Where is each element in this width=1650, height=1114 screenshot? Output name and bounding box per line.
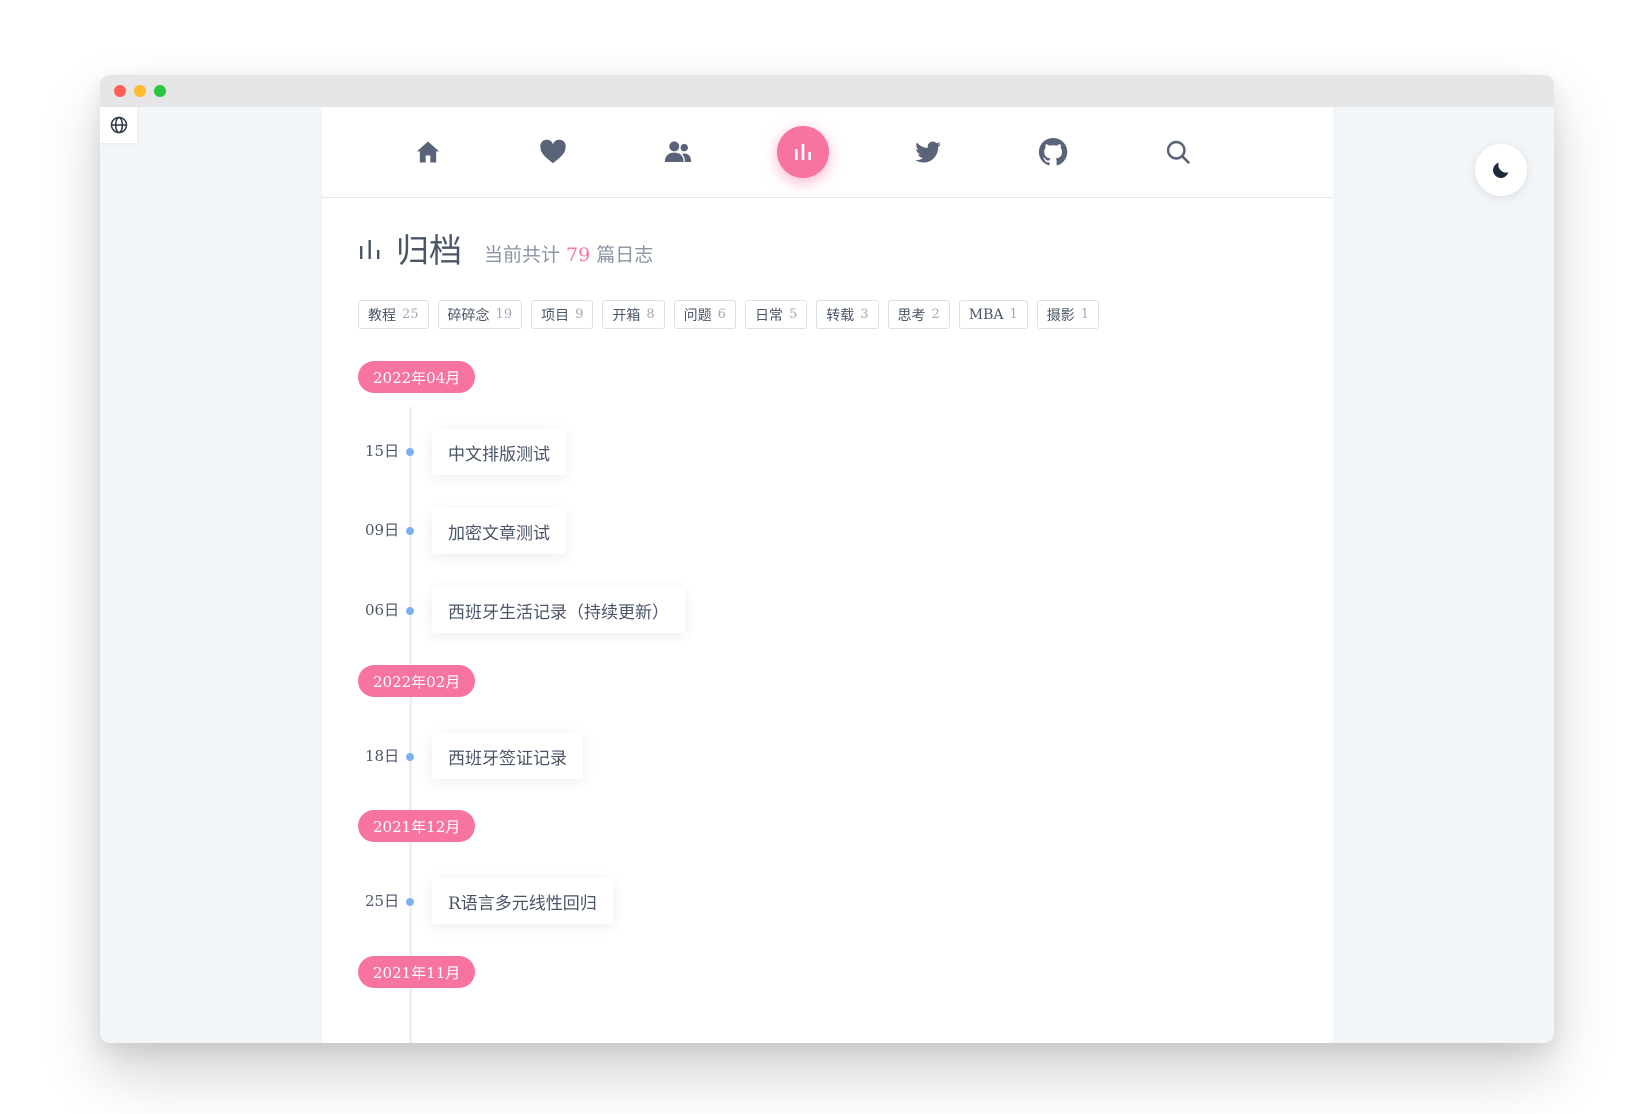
tag-label: 开箱 [612, 307, 641, 324]
post-day: 25日 [365, 892, 400, 910]
tag-count: 6 [717, 307, 726, 322]
timeline-line [409, 407, 412, 1043]
post-day: 18日 [365, 747, 400, 765]
post-link[interactable]: 加密文章测试 [432, 508, 566, 554]
twitter-icon [915, 141, 941, 163]
nav-archive[interactable] [777, 126, 829, 178]
tag-reposts[interactable]: 转载 3 [816, 300, 879, 329]
archive-chart-icon [360, 240, 380, 259]
post-link[interactable]: 西班牙签证记录 [432, 733, 583, 779]
category-tags: 教程 25 碎碎念 19 项目 9 开箱 8 问题 6 日常 5 转载 3 思考 2 MBA 1 … [358, 300, 1100, 329]
dark-mode-toggle[interactable] [1475, 144, 1527, 196]
tag-count: 19 [495, 307, 513, 322]
tag-count: 3 [860, 307, 869, 322]
language-button[interactable] [100, 107, 137, 143]
nav-search[interactable] [1152, 126, 1204, 178]
tag-thoughts[interactable]: 思考 2 [887, 300, 950, 329]
post-count-summary: 当前共计 79 篇日志 [484, 246, 653, 265]
moon-icon [1493, 162, 1509, 178]
page-title: 归档 [396, 231, 462, 270]
nav-friends[interactable] [652, 126, 704, 178]
tag-count: 9 [575, 307, 584, 322]
nav-twitter[interactable] [902, 126, 954, 178]
nav-favorites[interactable] [527, 126, 579, 178]
tag-label: 问题 [683, 307, 712, 324]
post-total: 79 [566, 244, 591, 266]
archive-chart-icon [795, 144, 811, 160]
nav-github[interactable] [1027, 126, 1079, 178]
tag-label: 碎碎念 [447, 307, 490, 324]
tag-label: 教程 [368, 307, 396, 324]
tag-label: 摄影 [1046, 307, 1075, 324]
post-link[interactable]: R语言多元线性回归 [432, 878, 613, 924]
maximize-window-button[interactable] [154, 85, 166, 97]
timeline-bullet [406, 753, 414, 761]
top-nav [322, 107, 1333, 198]
timeline-bullet [406, 448, 414, 456]
heart-icon [540, 139, 566, 164]
tag-photography[interactable]: 摄影 1 [1036, 300, 1100, 329]
search-icon [1166, 140, 1190, 164]
tag-label: 转载 [826, 307, 855, 324]
tag-count: 2 [931, 307, 940, 322]
month-badge: 2021年11月 [358, 956, 476, 988]
month-badge: 2022年04月 [358, 361, 476, 393]
tag-label: 思考 [897, 307, 926, 324]
tag-daily[interactable]: 日常 5 [744, 300, 808, 329]
browser-window: 归档 当前共计 79 篇日志 教程 25 碎碎念 19 项目 9 开箱 8 问题 6 日常 5 … [100, 75, 1554, 1043]
post-day: 06日 [365, 601, 400, 619]
github-icon [1038, 137, 1068, 166]
summary-prefix: 当前共计 [484, 244, 561, 266]
summary-suffix: 篇日志 [596, 244, 654, 266]
close-window-button[interactable] [114, 85, 126, 97]
tag-count: 1 [1080, 307, 1090, 322]
tag-count: 5 [788, 307, 798, 322]
month-badge: 2022年02月 [358, 665, 476, 697]
users-icon [664, 141, 692, 162]
post-day: 09日 [365, 521, 400, 539]
tag-tutorial[interactable]: 教程 25 [358, 300, 429, 329]
tag-count: 25 [402, 307, 419, 322]
tag-label: MBA [968, 306, 1004, 323]
tag-label: 日常 [754, 307, 783, 324]
post-link[interactable]: 西班牙生活记录（持续更新） [432, 587, 685, 633]
title-bar [100, 75, 1554, 107]
globe-icon [110, 116, 127, 134]
nav-home[interactable] [402, 126, 454, 178]
main-content: 归档 当前共计 79 篇日志 教程 25 碎碎念 19 项目 9 开箱 8 问题 6 日常 5 … [322, 107, 1333, 1043]
tag-ramblings[interactable]: 碎碎念 19 [437, 300, 523, 329]
timeline-bullet [406, 898, 414, 906]
timeline-bullet [406, 607, 414, 615]
post-day: 15日 [365, 442, 400, 460]
tag-projects[interactable]: 项目 9 [531, 300, 594, 329]
post-link[interactable]: 中文排版测试 [432, 429, 566, 475]
home-icon [416, 141, 440, 163]
minimize-window-button[interactable] [134, 85, 146, 97]
tag-unboxing[interactable]: 开箱 8 [602, 300, 665, 329]
tag-label: 项目 [541, 307, 570, 324]
tag-issues[interactable]: 问题 6 [673, 300, 736, 329]
tag-count: 8 [646, 307, 655, 322]
tag-count: 1 [1009, 307, 1018, 322]
month-badge: 2021年12月 [358, 810, 476, 842]
archive-heading: 归档 当前共计 79 篇日志 [358, 225, 653, 267]
timeline-bullet [406, 527, 414, 535]
tag-mba[interactable]: MBA 1 [958, 300, 1028, 329]
